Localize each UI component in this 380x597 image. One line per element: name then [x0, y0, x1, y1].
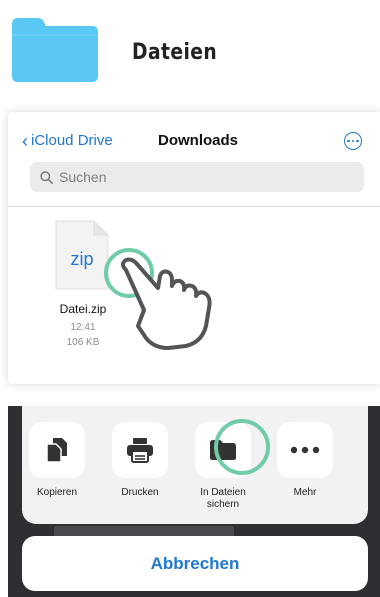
app-title: Dateien: [132, 40, 218, 65]
more-options-icon[interactable]: [344, 132, 362, 150]
files-app-folder-icon: [12, 18, 98, 82]
zip-file-icon[interactable]: zip: [54, 219, 110, 291]
save-to-files-highlight-ring: [214, 419, 270, 475]
divider: [8, 206, 380, 207]
print-label: Drucken: [121, 487, 159, 498]
cancel-button[interactable]: Abbrechen: [22, 536, 368, 591]
search-input[interactable]: Suchen: [30, 162, 364, 192]
more-action[interactable]: Mehr: [268, 422, 342, 499]
share-sheet-overlay: Kopieren Drucken In Dateien sichern Mehr…: [8, 406, 380, 597]
folder-title: Downloads: [158, 132, 239, 149]
search-icon: [40, 170, 53, 184]
more-icon: [277, 422, 333, 478]
printer-icon: [112, 422, 168, 478]
share-actions-panel: Kopieren Drucken In Dateien sichern Mehr: [22, 406, 368, 524]
file-name: Datei.zip: [59, 302, 107, 316]
pointing-hand-icon: [121, 257, 212, 350]
more-label: Mehr: [293, 487, 317, 498]
print-action[interactable]: Drucken: [103, 422, 177, 499]
back-button[interactable]: ‹ iCloud Drive: [22, 130, 113, 151]
copy-icon: [29, 422, 85, 478]
copy-label: Kopieren: [36, 487, 78, 498]
file-type-label: zip: [70, 249, 93, 269]
file-time: 12:41: [70, 322, 96, 333]
search-placeholder: Suchen: [59, 169, 107, 185]
chevron-left-icon: ‹: [22, 130, 28, 151]
copy-action[interactable]: Kopieren: [20, 422, 94, 499]
file-size: 106 KB: [66, 337, 100, 348]
save-to-files-label: In Dateien sichern: [200, 487, 246, 510]
back-button-label: iCloud Drive: [31, 132, 113, 149]
